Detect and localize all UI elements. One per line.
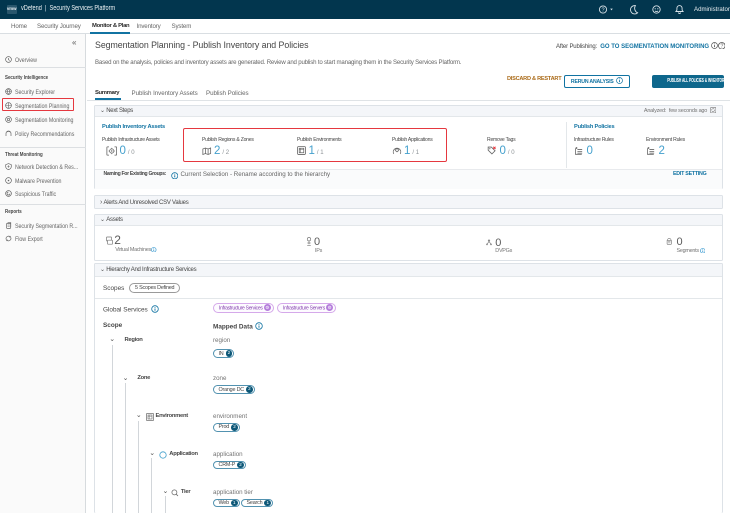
svg-text:?: ?	[601, 8, 604, 14]
svg-text:?: ?	[720, 43, 723, 49]
